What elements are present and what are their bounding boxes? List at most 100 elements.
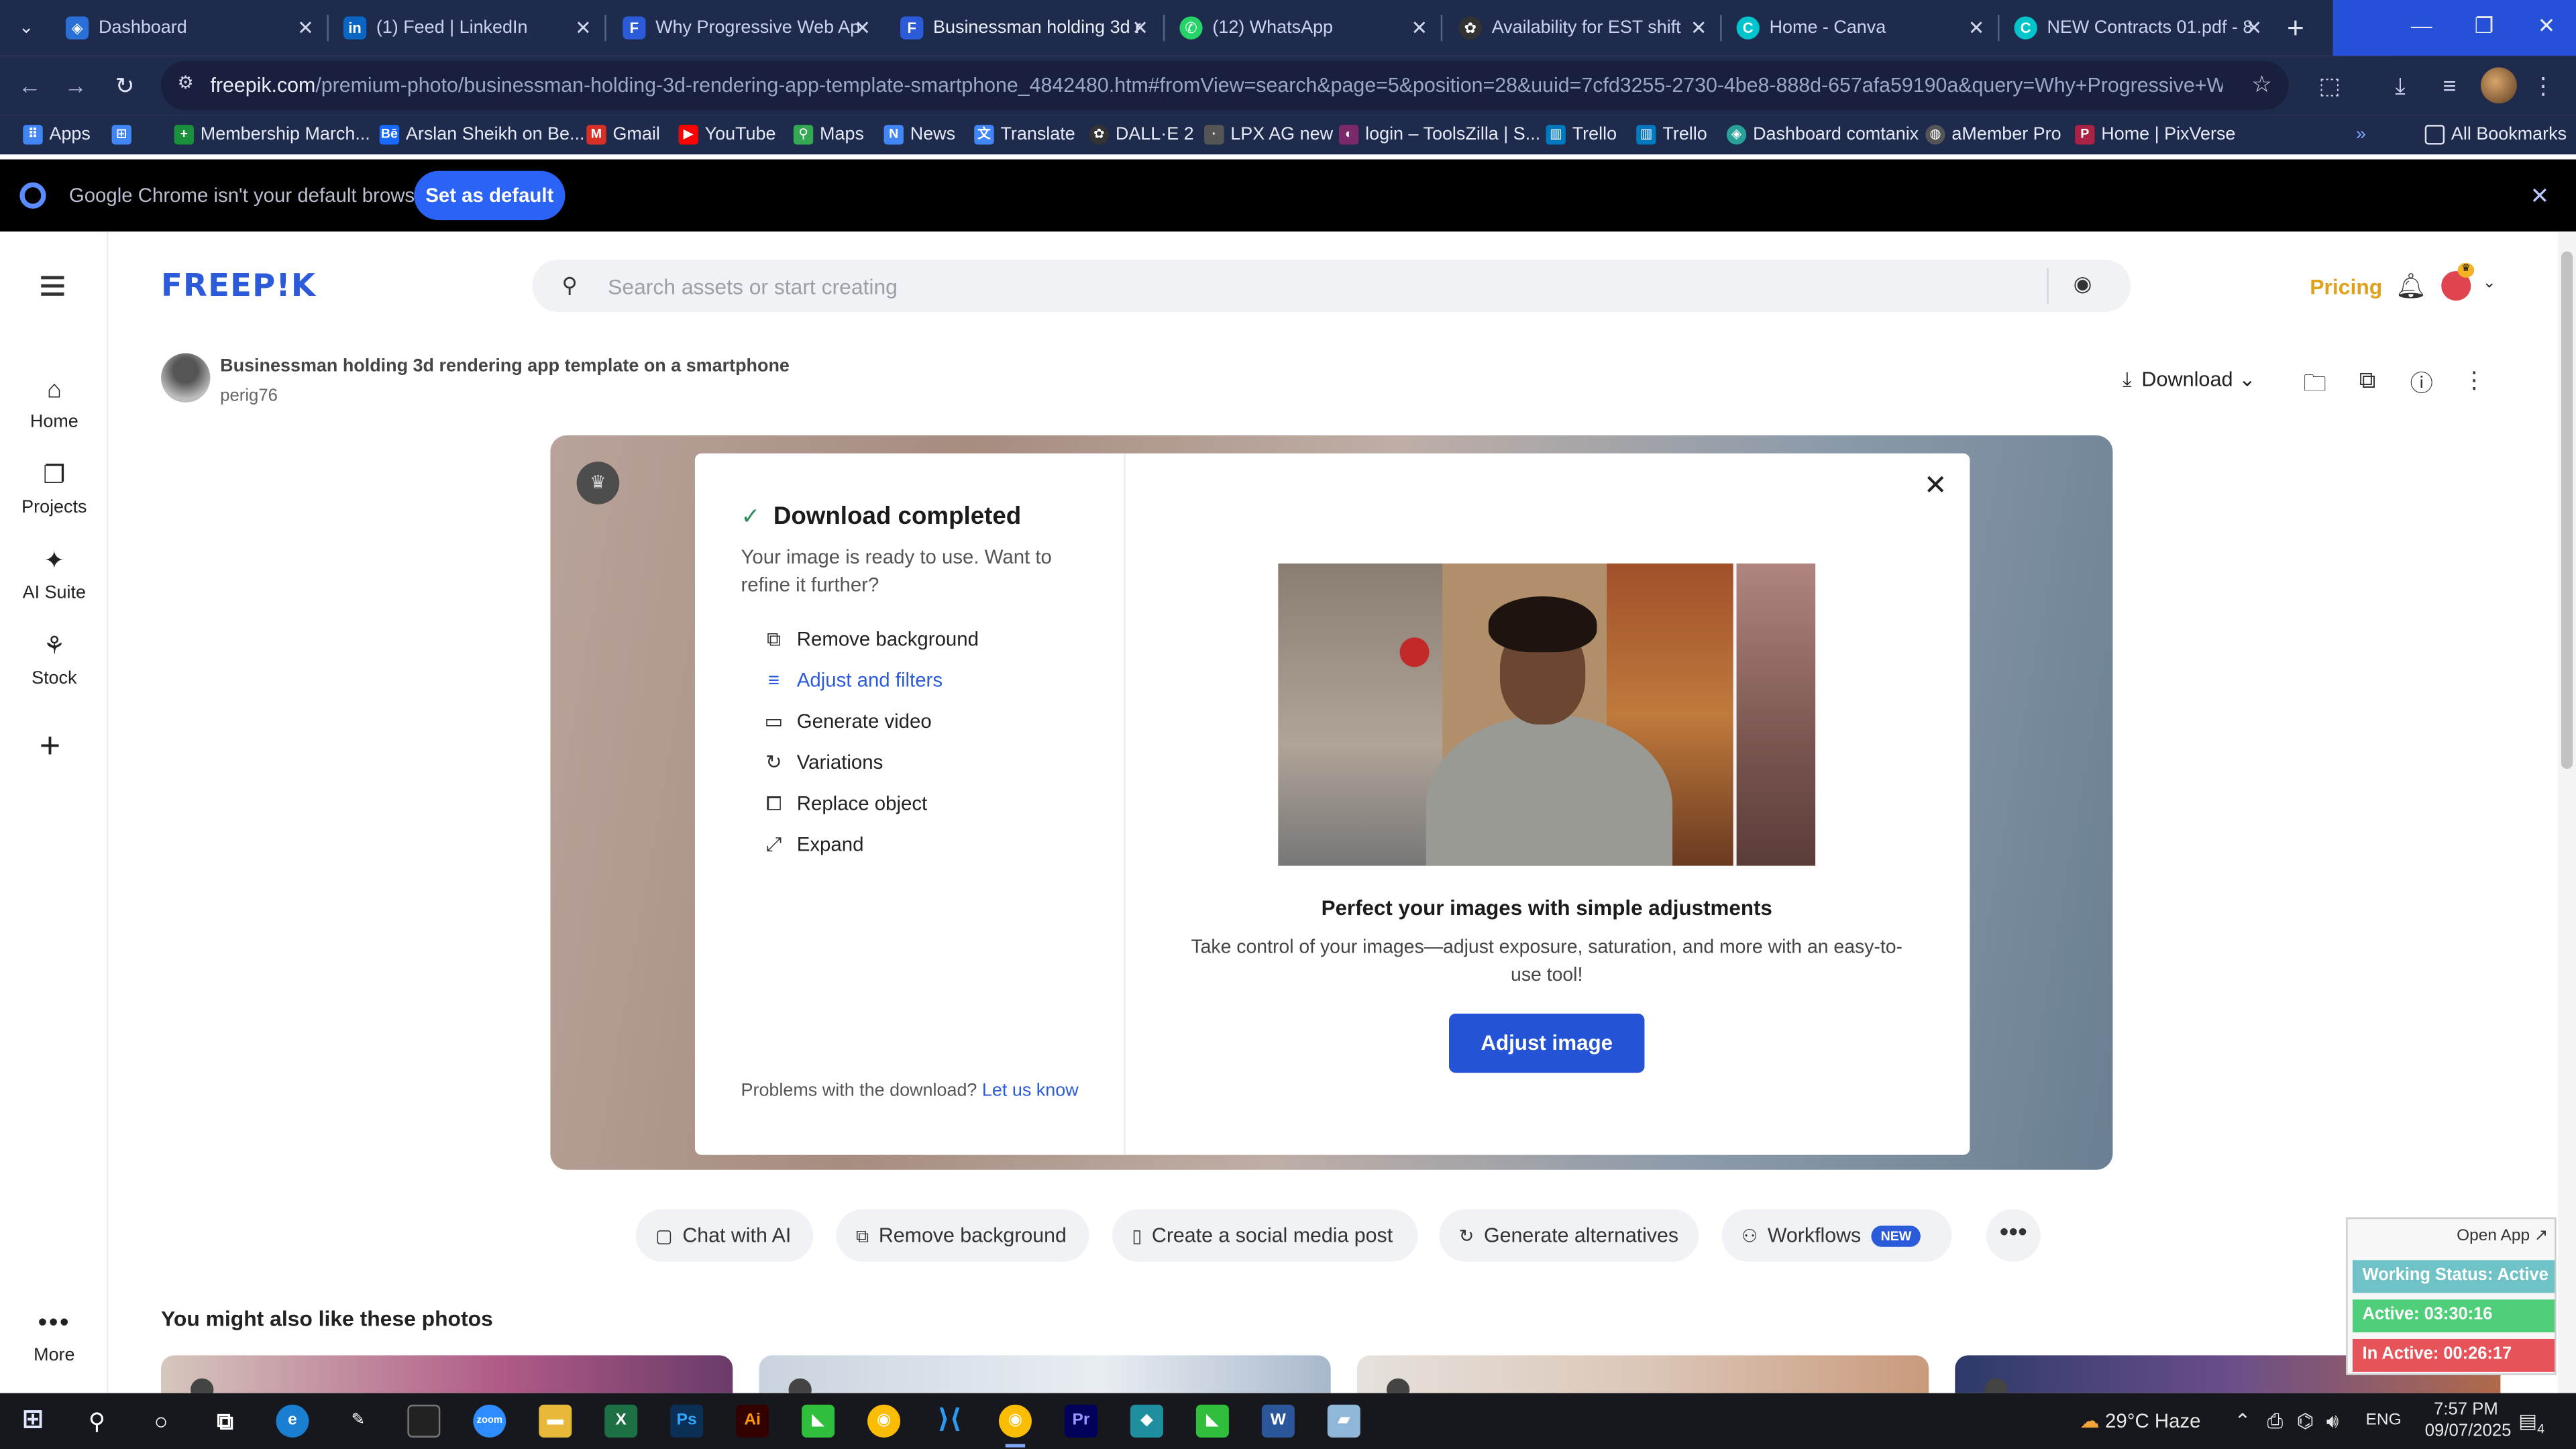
tab-close-icon[interactable]: ✕ [297, 7, 314, 50]
let-us-know-link[interactable]: Let us know [982, 1081, 1079, 1100]
bookmark-lpx[interactable]: · LPX AG new [1204, 115, 1333, 154]
author-avatar[interactable] [161, 353, 211, 403]
bookmark-behance[interactable]: Bē Arslan Sheikh on Be... [379, 115, 584, 154]
adjust-image-button[interactable]: Adjust image [1449, 1014, 1645, 1073]
pricing-link[interactable]: Pricing [2310, 274, 2382, 299]
tab-businessman-active[interactable]: F Businessman holding 3d r ✕ [887, 7, 1158, 50]
file-explorer-icon[interactable]: ▬ [539, 1404, 572, 1438]
clock[interactable]: 7:57 PM 09/07/2025 [2425, 1400, 2512, 1443]
chrome-active-icon[interactable]: ◉ [998, 1404, 1032, 1438]
bookmark-trello-1[interactable]: ▥ Trello [1546, 115, 1617, 154]
related-photo-thumbnail[interactable] [759, 1355, 1331, 1393]
word-icon[interactable]: W [1261, 1404, 1295, 1438]
workflows-button[interactable]: ⚇ Workflows NEW [1721, 1209, 1952, 1262]
info-icon[interactable]: ⓘ [2407, 366, 2436, 399]
app-light-icon[interactable]: ▰ [1327, 1404, 1360, 1438]
rail-item-projects[interactable]: ❐ Projects [0, 462, 109, 517]
rail-item-home[interactable]: ⌂ Home [0, 376, 109, 432]
add-plus-icon[interactable]: + [40, 727, 60, 764]
task-view-icon[interactable]: ⧉ [209, 1405, 241, 1438]
option-generate-video[interactable]: ▭ Generate video [761, 710, 932, 733]
rail-item-ai-suite[interactable]: ✦ AI Suite [0, 547, 109, 603]
app-teal-icon[interactable]: ◆ [1130, 1404, 1163, 1438]
tab-contracts-pdf[interactable]: C NEW Contracts 01.pdf - 8 ✕ [2001, 7, 2272, 50]
edge-icon[interactable]: e [276, 1404, 309, 1438]
wifi-icon[interactable]: ⌬ [2297, 1393, 2314, 1449]
modal-close-icon[interactable]: ✕ [1924, 470, 1947, 502]
notifications-icon[interactable]: ▤4 [2518, 1393, 2544, 1449]
add-to-folder-icon[interactable]: 🗀︎ [2300, 366, 2330, 406]
bookmark-membership[interactable]: + Membership March... [174, 115, 370, 154]
search-input[interactable] [608, 269, 2021, 303]
all-bookmarks-folder[interactable]: All Bookmarks [2424, 115, 2567, 154]
option-variations[interactable]: ↻ Variations [761, 751, 883, 773]
related-photo-thumbnail[interactable] [161, 1355, 733, 1393]
option-remove-background[interactable]: ⧉ Remove background [761, 628, 979, 653]
more-options-icon[interactable]: ⋮ [2459, 366, 2489, 394]
open-app-link[interactable]: Open App ↗ [2457, 1227, 2548, 1245]
tab-close-icon[interactable]: ✕ [1690, 7, 1707, 50]
option-expand[interactable]: ⤢ Expand [761, 833, 864, 858]
bookmark-trello-2[interactable]: ▥ Trello [1636, 115, 1707, 154]
hamburger-menu-icon[interactable] [41, 276, 64, 296]
chrome-menu-icon[interactable]: ⋮ [2527, 69, 2560, 102]
asset-author-link[interactable]: perig76 [220, 386, 278, 406]
option-adjust-and-filters[interactable]: ≡ Adjust and filters [761, 669, 943, 692]
tab-whatsapp[interactable]: ✆ (12) WhatsApp ✕ [1167, 7, 1438, 50]
bookmark-gmail[interactable]: M Gmail [586, 115, 660, 154]
tab-canva-home[interactable]: C Home - Canva ✕ [1723, 7, 1994, 50]
url-text[interactable]: freepik.com/premium-photo/businessman-ho… [210, 61, 2222, 110]
notifications-bell-icon[interactable]: 🔔︎ [2396, 271, 2427, 301]
tab-close-icon[interactable]: ✕ [1411, 7, 1428, 50]
generate-alternatives-button[interactable]: ↻ Generate alternatives [1439, 1209, 1699, 1262]
bookmark-maps[interactable]: ⚲ Maps [793, 115, 864, 154]
windows-start-icon[interactable]: ⊞ [16, 1405, 49, 1438]
camera-search-icon[interactable]: ◉ [2074, 271, 2092, 297]
scrollbar-thumb[interactable] [2561, 251, 2573, 769]
tab-close-icon[interactable]: ✕ [575, 7, 592, 50]
media-controls-icon[interactable]: ≡ [2433, 69, 2466, 102]
before-after-divider[interactable] [1733, 564, 1737, 866]
premiere-icon[interactable]: Pr [1064, 1404, 1097, 1438]
volume-icon[interactable]: 🔊︎ [2326, 1393, 2339, 1449]
tab-search-chevron-icon[interactable]: ⌄ [10, 13, 43, 43]
tab-why-progressive[interactable]: F Why Progressive Web Ap ✕ [610, 7, 881, 50]
create-social-media-post-button[interactable]: ▯ Create a social media post [1112, 1209, 1418, 1262]
bookmark-amember[interactable]: ◍ aMember Pro [1925, 115, 2061, 154]
reload-icon[interactable]: ↻ [110, 70, 140, 100]
page-scrollbar[interactable] [2558, 231, 2576, 1393]
vscode-icon[interactable]: ⟩⟨ [933, 1405, 966, 1438]
extensions-puzzle-icon[interactable]: ⬚ [2313, 69, 2346, 102]
bookmark-star-icon[interactable]: ☆ [2251, 70, 2272, 99]
bookmark-grid[interactable]: ⊞ [111, 115, 138, 154]
rail-item-stock[interactable]: ⚘ Stock [0, 633, 109, 688]
set-as-default-button[interactable]: Set as default [414, 170, 566, 221]
tray-chevron-up-icon[interactable]: ⌃ [2235, 1393, 2251, 1449]
bookmark-youtube[interactable]: ▶ YouTube [678, 115, 776, 154]
chat-with-ai-button[interactable]: ▢ Chat with AI [635, 1209, 814, 1262]
cortana-icon[interactable]: ○ [145, 1405, 178, 1438]
download-button[interactable]: ⤓ Download ⌄ [2123, 366, 2256, 392]
tab-linkedin[interactable]: in (1) Feed | LinkedIn ✕ [330, 7, 601, 50]
bookmark-news[interactable]: N News [883, 115, 955, 154]
bookmark-dalle[interactable]: ✿ DALL·E 2 [1089, 115, 1194, 154]
app-green-icon[interactable]: ◣ [802, 1404, 835, 1438]
account-chevron-down-icon[interactable]: ⌄ [2482, 274, 2496, 292]
bookmark-pixverse[interactable]: P Home | PixVerse [2075, 115, 2235, 154]
save-to-collection-icon[interactable]: ⧉ [2353, 366, 2382, 394]
downloads-icon[interactable]: ⤓ [2383, 69, 2416, 102]
rail-item-more[interactable]: ••• More [0, 1310, 109, 1365]
freepik-logo[interactable]: FREEP!K [161, 268, 316, 304]
restore-icon[interactable]: ❐ [2453, 0, 2516, 56]
minimize-icon[interactable]: — [2390, 0, 2453, 56]
site-info-icon[interactable]: ⚙ [177, 72, 200, 95]
tab-close-icon[interactable]: ✕ [854, 7, 871, 50]
tab-close-icon[interactable]: ✕ [1968, 7, 1985, 50]
pen-icon[interactable]: ✎ [341, 1405, 374, 1438]
close-window-icon[interactable]: ✕ [2515, 0, 2576, 56]
language-indicator[interactable]: ENG [2366, 1393, 2402, 1449]
excel-icon[interactable]: X [604, 1404, 638, 1438]
weather-widget[interactable]: ☁ 29°C Haze [2080, 1393, 2200, 1449]
option-replace-object[interactable]: ⧠ Replace object [761, 792, 927, 816]
illustrator-icon[interactable]: Ai [736, 1404, 769, 1438]
